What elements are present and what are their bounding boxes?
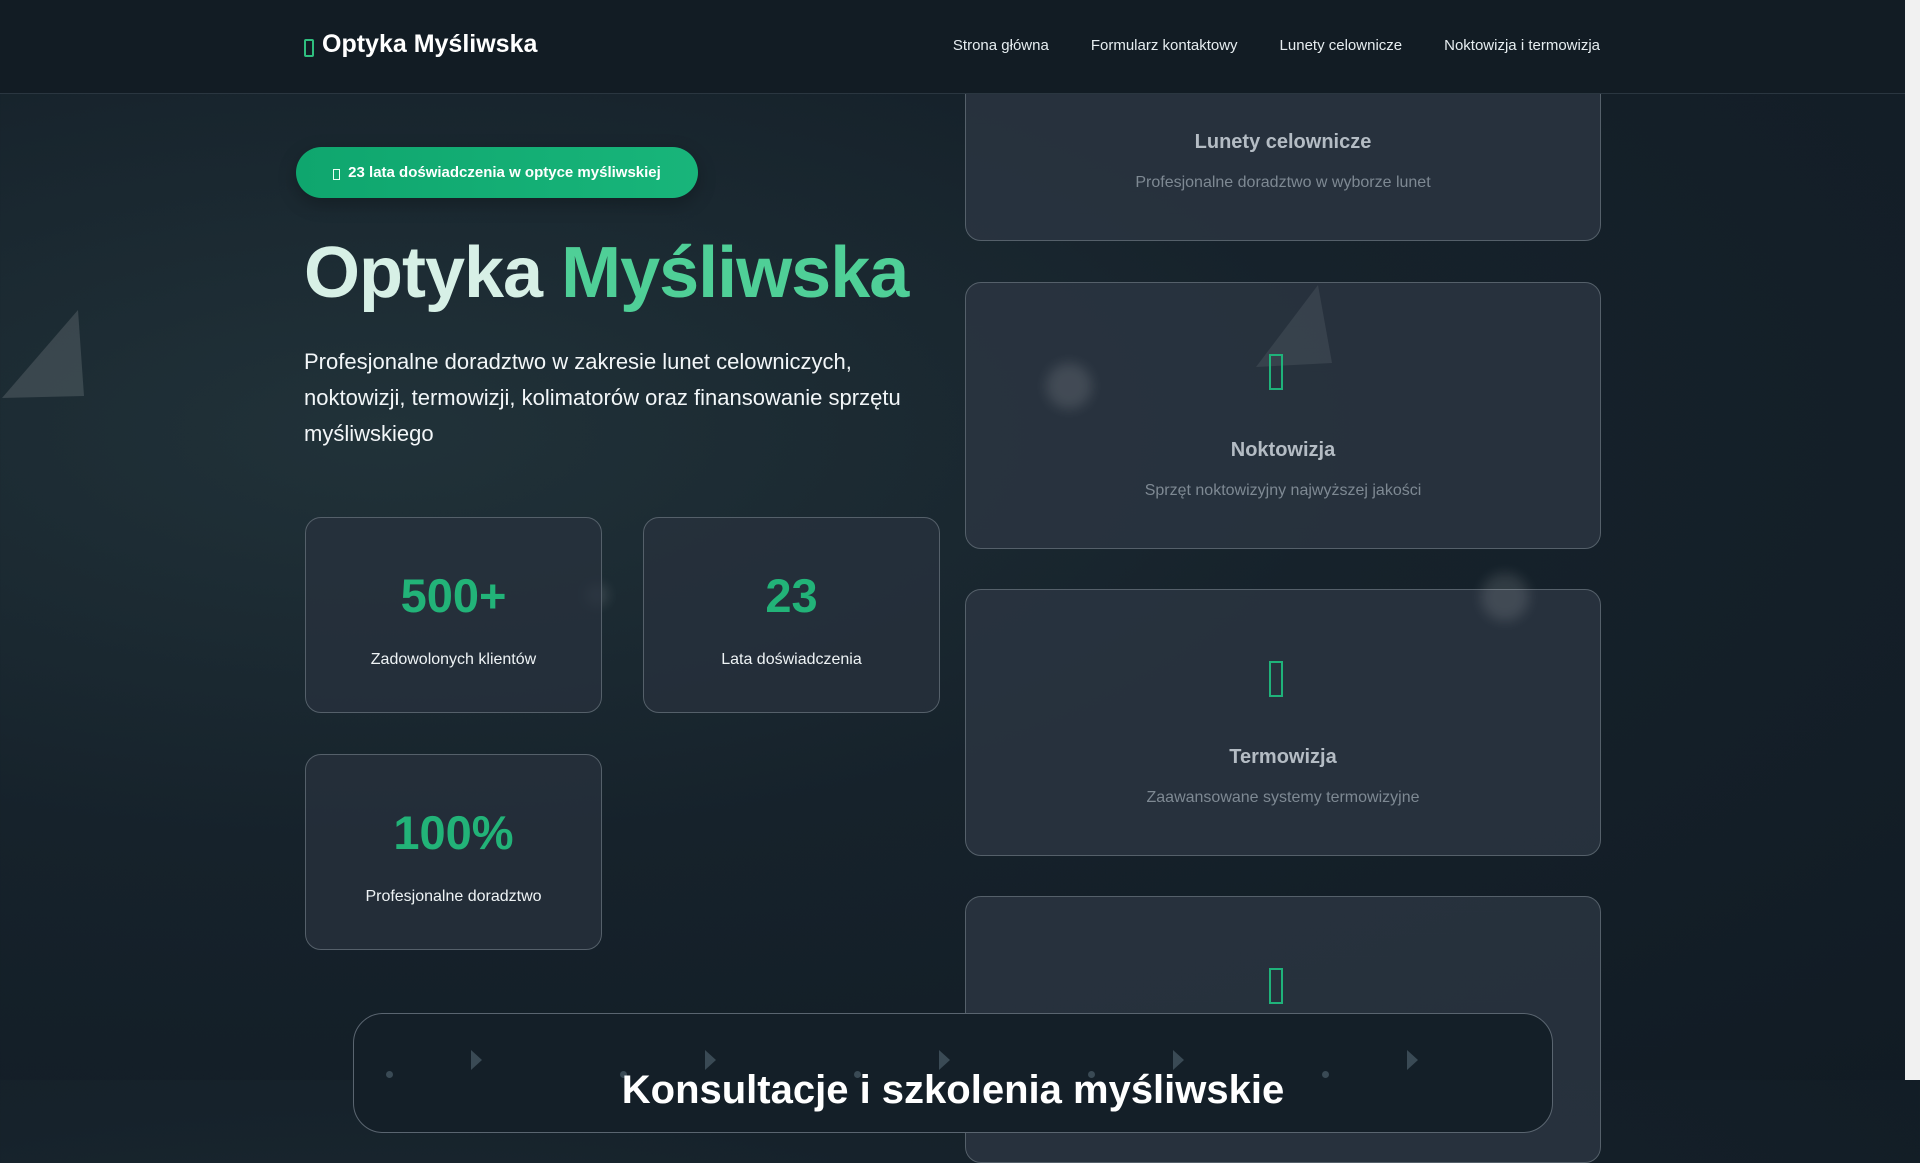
decorative-arrow [939, 1050, 950, 1070]
stat-value: 23 [765, 569, 818, 622]
decorative-arrow [1407, 1050, 1418, 1070]
hero-title-part2: Myśliwska [561, 233, 909, 313]
nav-link-contact-form[interactable]: Formularz kontaktowy [1091, 37, 1238, 54]
nav-link-night-thermal[interactable]: Noktowizja i termowizja [1444, 37, 1600, 54]
stat-label: Zadowolonych klientów [370, 651, 537, 668]
nav-link-riflescopes[interactable]: Lunety celownicze [1280, 37, 1403, 54]
consultation-section: Konsultacje i szkolenia myśliwskie [353, 1013, 1553, 1133]
hero-title: Optyka Myśliwska [304, 232, 909, 314]
moon-icon [1269, 354, 1283, 390]
decorative-triangle [2, 310, 84, 398]
badge-text: 23 lata doświadczenia w optyce myśliwski… [348, 164, 661, 181]
nav-menu: Strona główna Formularz kontaktowy Lunet… [953, 37, 1600, 54]
feature-subtitle: Sprzęt noktowizyjny najwyższej jakości [1144, 482, 1422, 499]
consultation-title: Konsultacje i szkolenia myśliwskie [621, 1068, 1285, 1112]
dot-circle-icon [1269, 968, 1283, 1004]
thermometer-icon [1269, 661, 1283, 697]
stat-card-experience: 23 Lata doświadczenia [643, 517, 940, 713]
stat-value: 100% [393, 806, 514, 859]
stat-label: Lata doświadczenia [721, 651, 862, 668]
feature-title: Noktowizja [1230, 439, 1336, 461]
decorative-arrow [1173, 1050, 1184, 1070]
feature-title: Lunety celownicze [1194, 131, 1372, 153]
feature-card-night-vision[interactable]: Noktowizja Sprzęt noktowizyjny najwyższe… [965, 282, 1601, 549]
brand-name: Optyka Myśliwska [322, 30, 538, 58]
nav-link-home[interactable]: Strona główna [953, 37, 1049, 54]
feature-subtitle: Zaawansowane systemy termowizyjne [1146, 789, 1420, 806]
top-navbar: Optyka Myśliwska Strona główna Formularz… [0, 0, 1905, 94]
feature-subtitle: Profesjonalne doradztwo w wyborze lunet [1135, 174, 1431, 191]
medal-icon [333, 168, 341, 180]
page-scrollbar[interactable] [1905, 0, 1920, 1080]
brand-logo[interactable]: Optyka Myśliwska [304, 30, 537, 59]
decorative-bubble [1481, 573, 1529, 621]
decorative-arrow [471, 1050, 482, 1070]
experience-badge: 23 lata doświadczenia w optyce myśliwski… [296, 147, 698, 198]
hero-title-part1: Optyka [304, 233, 543, 313]
stat-value: 500+ [400, 569, 507, 622]
hero-description: Profesjonalne doradztwo w zakresie lunet… [304, 349, 901, 446]
feature-card-thermal[interactable]: Termowizja Zaawansowane systemy termowiz… [965, 589, 1601, 856]
stat-card-clients: 500+ Zadowolonych klientów [305, 517, 602, 713]
decorative-triangle [1256, 285, 1332, 367]
feature-title: Termowizja [1229, 746, 1337, 768]
scope-icon [304, 38, 314, 57]
decorative-arrow [705, 1050, 716, 1070]
stat-label: Profesjonalne doradztwo [365, 888, 542, 905]
stat-card-advice: 100% Profesjonalne doradztwo [305, 754, 602, 950]
decorative-bubble [1046, 363, 1092, 409]
